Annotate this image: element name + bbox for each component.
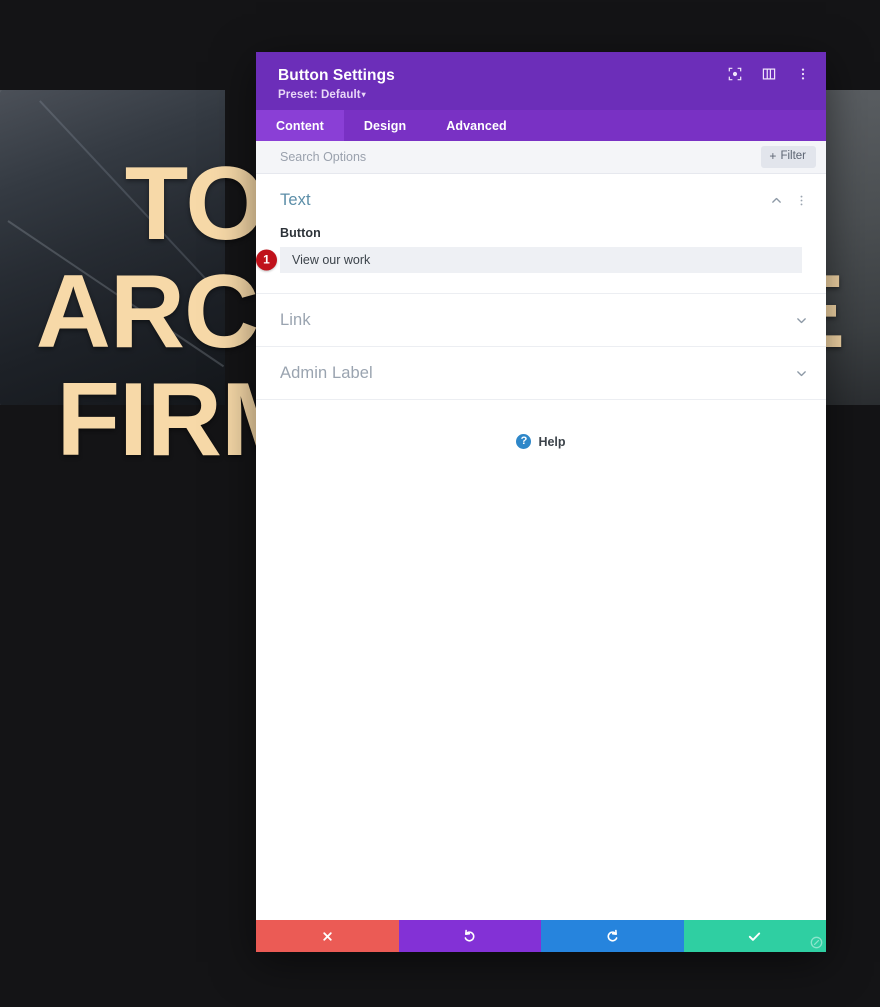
section-admin-label-actions	[795, 367, 808, 380]
undo-button[interactable]	[398, 920, 541, 952]
preset-selector[interactable]: Preset: Default▾	[278, 89, 804, 101]
resize-handle-icon[interactable]	[807, 933, 825, 951]
chevron-down-icon[interactable]	[795, 314, 808, 327]
section-text-title: Text	[280, 190, 311, 209]
tab-design[interactable]: Design	[344, 110, 426, 141]
modal-body: Text Button 1 View our work Link Admin L…	[256, 174, 826, 920]
chevron-down-icon[interactable]	[795, 367, 808, 380]
modal-header: Button Settings Preset: Default▾	[256, 52, 826, 110]
fullscreen-icon[interactable]	[727, 66, 742, 81]
more-options-icon[interactable]	[795, 66, 810, 81]
button-text-field-row: 1	[256, 247, 802, 273]
section-link-actions	[795, 314, 808, 327]
section-text-actions	[770, 194, 808, 207]
section-link-title: Link	[280, 310, 311, 329]
button-text-input[interactable]	[280, 247, 802, 273]
save-button[interactable]	[683, 920, 826, 952]
section-link-header[interactable]: Link	[256, 294, 826, 346]
filter-button-label: Filter	[780, 150, 806, 162]
button-settings-modal: Button Settings Preset: Default▾ Content…	[256, 52, 826, 952]
chevron-up-icon[interactable]	[770, 194, 783, 207]
filter-button[interactable]: + Filter	[761, 146, 816, 168]
tab-advanced[interactable]: Advanced	[426, 110, 527, 141]
search-bar: + Filter	[256, 141, 826, 174]
search-input[interactable]	[280, 150, 762, 164]
section-admin-label: Admin Label	[256, 347, 826, 400]
section-text-content: Button 1	[256, 226, 826, 293]
modal-footer	[256, 920, 826, 952]
section-admin-label-header[interactable]: Admin Label	[256, 347, 826, 399]
section-link: Link	[256, 294, 826, 347]
step-badge-1: 1	[256, 249, 277, 271]
modal-header-icons	[727, 66, 810, 81]
modal-tabs: Content Design Advanced	[256, 110, 826, 141]
button-text-field-label: Button	[280, 226, 321, 240]
section-text: Text Button 1	[256, 174, 826, 294]
help-icon: ?	[516, 434, 532, 449]
tab-content[interactable]: Content	[256, 110, 344, 141]
redo-button[interactable]	[541, 920, 684, 952]
layout-panel-icon[interactable]	[761, 66, 776, 81]
help-label: Help	[538, 434, 566, 449]
preset-label: Preset: Default	[278, 89, 361, 101]
plus-icon: +	[769, 149, 777, 163]
section-more-options-icon[interactable]	[795, 194, 808, 207]
help-row[interactable]: ? Help	[256, 400, 826, 449]
section-admin-label-title: Admin Label	[280, 363, 373, 382]
chevron-down-icon: ▾	[361, 90, 366, 100]
section-text-header[interactable]: Text	[256, 174, 826, 226]
modal-title: Button Settings	[278, 67, 395, 84]
cancel-button[interactable]	[256, 920, 399, 952]
